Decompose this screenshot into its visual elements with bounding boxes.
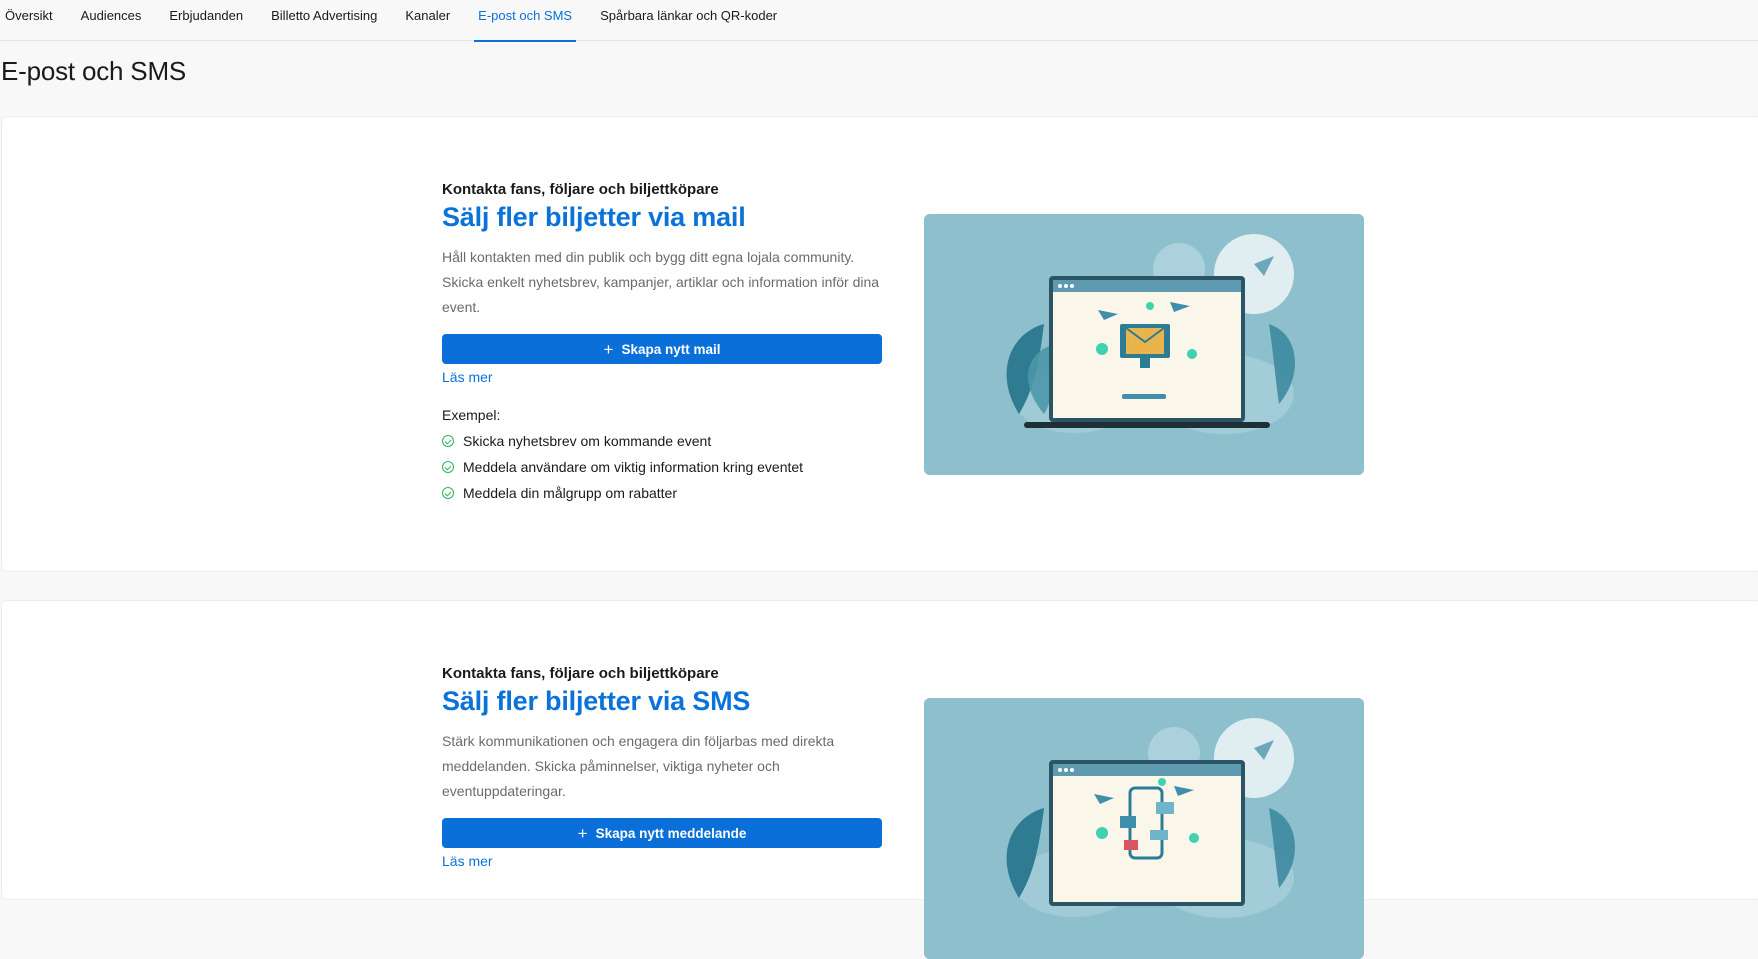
- email-card: Kontakta fans, följare och biljettköpare…: [1, 116, 1758, 572]
- tab-oversikt[interactable]: Översikt: [5, 0, 53, 41]
- tab-sparbara-lankar[interactable]: Spårbara länkar och QR-koder: [600, 0, 777, 41]
- plus-icon: +: [603, 339, 614, 359]
- card-description: Håll kontakten med din publik och bygg d…: [442, 249, 880, 315]
- sms-card: Kontakta fans, följare och biljettköpare…: [1, 600, 1758, 959]
- page-title: E-post och SMS: [1, 56, 187, 86]
- card-description: Stärk kommunikationen och engagera din f…: [442, 733, 835, 799]
- check-circle-icon: [442, 435, 454, 447]
- create-mail-button[interactable]: + Skapa nytt mail: [442, 334, 882, 364]
- tab-epost-och-sms[interactable]: E-post och SMS: [474, 0, 577, 42]
- card-headline: Sälj fler biljetter via SMS: [442, 686, 751, 716]
- email-card-content: Kontakta fans, följare och biljettköpare…: [442, 181, 882, 506]
- check-circle-icon: [442, 487, 454, 499]
- example-text: Meddela användare om viktig information …: [463, 459, 804, 475]
- tab-billetto-advertising[interactable]: Billetto Advertising: [271, 0, 377, 41]
- examples-label: Exempel:: [442, 407, 501, 423]
- plus-icon: +: [577, 823, 588, 843]
- card-eyebrow: Kontakta fans, följare och biljettköpare: [442, 665, 719, 682]
- create-message-button[interactable]: + Skapa nytt meddelande: [442, 818, 882, 848]
- list-item: Meddela din målgrupp om rabatter: [442, 480, 882, 506]
- read-more-link[interactable]: Läs mer: [442, 369, 493, 385]
- read-more-link[interactable]: Läs mer: [442, 853, 493, 869]
- list-item: Meddela användare om viktig information …: [442, 454, 882, 480]
- tab-kanaler[interactable]: Kanaler: [405, 0, 450, 41]
- create-message-button-label: Skapa nytt meddelande: [595, 825, 747, 841]
- example-text: Skicka nyhetsbrev om kommande event: [463, 433, 712, 449]
- examples-list: Skicka nyhetsbrev om kommande event Medd…: [442, 428, 882, 506]
- section-tabs: Översikt Audiences Erbjudanden Billetto …: [0, 0, 1758, 42]
- email-laptop-illustration: [924, 214, 1364, 475]
- card-headline: Sälj fler biljetter via mail: [442, 202, 746, 232]
- example-text: Meddela din målgrupp om rabatter: [463, 485, 678, 501]
- create-mail-button-label: Skapa nytt mail: [621, 341, 721, 357]
- list-item: Skicka nyhetsbrev om kommande event: [442, 428, 882, 454]
- sms-card-content: Kontakta fans, följare och biljettköpare…: [442, 665, 882, 871]
- check-circle-icon: [442, 461, 454, 473]
- tab-erbjudanden[interactable]: Erbjudanden: [169, 0, 243, 41]
- tab-audiences[interactable]: Audiences: [81, 0, 142, 41]
- sms-laptop-illustration: [924, 698, 1364, 959]
- card-eyebrow: Kontakta fans, följare och biljettköpare: [442, 181, 719, 198]
